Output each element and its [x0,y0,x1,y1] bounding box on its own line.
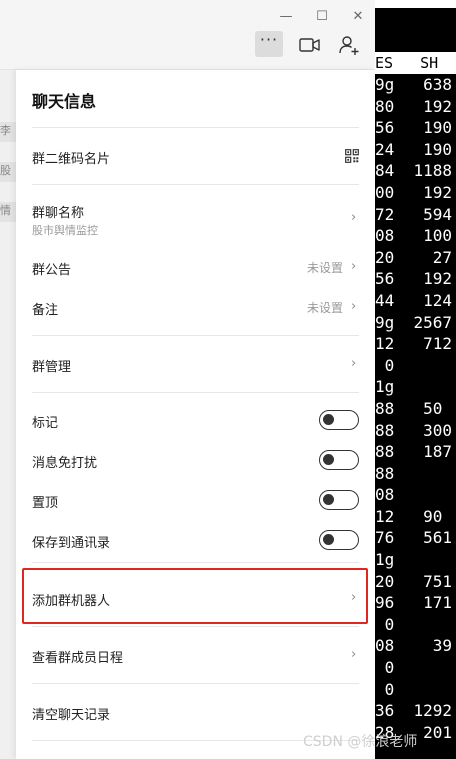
list-item[interactable]: 股 [0,162,16,182]
more-options-button[interactable]: ··· [255,31,283,57]
chevron-right-icon: › [351,210,357,225]
row-label: 群二维码名片 [32,152,111,167]
list-item[interactable]: 李 [0,122,16,142]
divider [32,184,359,185]
mark-toggle[interactable] [319,410,359,430]
group-qr-card-row[interactable]: 群二维码名片 [16,128,375,184]
divider [32,562,359,563]
conversation-list-peek: 李 股 情 [0,70,16,759]
terminal-row: 88 187 [375,442,453,462]
watermark: CSDN @徐浪老师 [303,734,418,750]
row-label: 群管理 [32,360,72,375]
pin-toggle[interactable] [319,490,359,510]
save-contacts-row: 保存到通讯录 [16,520,375,560]
terminal-row: 44 124 [375,290,453,310]
highlight-annotation [22,568,368,624]
terminal-rows: 9g 638 80 192 56 190 24 190 84 1188 00 192 72 … [375,74,456,743]
chevron-right-icon: › [351,259,357,274]
terminal-row: 36 1292 [375,701,453,721]
close-button[interactable]: ✕ [349,8,367,26]
group-name-row[interactable]: 群聊名称 股市舆情监控 › [16,190,375,240]
maximize-button[interactable]: ☐ [313,8,331,26]
terminal-row: 12 90 [375,506,443,526]
member-schedule-row[interactable]: 查看群成员日程 › [16,627,375,683]
terminal-row: 24 190 [375,139,453,159]
terminal-row: 0 [375,658,395,678]
terminal-row: 1g [375,550,395,570]
terminal-row: 88 50 [375,398,443,418]
terminal-row: 0 [375,679,395,699]
terminal-row: 08 [375,485,395,505]
terminal-row: 1g [375,377,395,397]
row-label: 标记 [32,416,59,431]
qr-code-icon [345,148,359,167]
chevron-right-icon: › [351,299,357,314]
terminal-row: 96 171 [375,593,453,613]
row-label: 保存到通讯录 [32,536,111,551]
row-value: 未设置 [306,301,343,315]
panel-title: 聊天信息 [32,92,97,111]
terminal-row: 0 [375,614,395,634]
save-contacts-toggle[interactable] [319,530,359,550]
terminal-row: 0 [375,355,395,375]
terminal-header: ES SH [375,52,456,74]
list-item[interactable]: 情 [0,202,16,222]
row-value: 未设置 [306,261,343,275]
terminal-row: 08 100 [375,226,453,246]
row-label: 置顶 [32,496,59,511]
chevron-right-icon: › [351,356,357,371]
group-manage-row[interactable]: 群管理 › [16,336,375,392]
terminal-window: ES SH 9g 638 80 192 56 190 24 190 84 1188 00 … [375,0,456,759]
row-label: 群公告 [32,263,72,278]
window-titlebar: — ☐ ✕ ··· [0,0,375,70]
terminal-row: 88 300 [375,420,453,440]
chat-window: — ☐ ✕ ··· 李 股 情 聊天信息 群二维码名片 群聊名称 股市舆情监控 … [0,0,375,759]
terminal-row: 72 594 [375,204,453,224]
group-notice-row[interactable]: 群公告 未设置 › [16,250,375,284]
terminal-row: 12 712 [375,334,453,354]
add-member-icon[interactable] [337,33,361,57]
mute-row: 消息免打扰 [16,440,375,480]
terminal-row: 76 561 [375,528,453,548]
minimize-button[interactable]: — [277,8,295,26]
terminal-row: 20 751 [375,571,453,591]
terminal-row: 84 1188 [375,161,453,181]
terminal-row: 56 190 [375,118,453,138]
mute-toggle[interactable] [319,450,359,470]
group-name-value: 股市舆情监控 [32,224,98,237]
row-label: 查看群成员日程 [32,651,124,666]
terminal-row: 9g 638 [375,75,453,94]
terminal-row: 00 192 [375,182,453,202]
row-label: 消息免打扰 [32,456,98,471]
terminal-row: 88 [375,463,395,483]
row-label: 备注 [32,303,59,318]
video-call-icon[interactable] [298,34,322,56]
divider [32,392,359,393]
chevron-right-icon: › [351,647,357,662]
row-label: 群聊名称 [32,206,85,221]
terminal-row: 08 39 [375,636,453,656]
chat-info-panel: 聊天信息 群二维码名片 群聊名称 股市舆情监控 › 群公告 未设置 › 备注 未… [16,70,375,759]
terminal-row: 20 27 [375,247,453,267]
remark-row[interactable]: 备注 未设置 › [16,290,375,324]
terminal-row: 80 192 [375,96,453,116]
terminal-row: 9g 2567 [375,312,453,332]
row-label: 清空聊天记录 [32,708,111,723]
pin-row: 置顶 [16,480,375,520]
mark-row: 标记 [16,400,375,440]
terminal-row: 56 192 [375,269,453,289]
